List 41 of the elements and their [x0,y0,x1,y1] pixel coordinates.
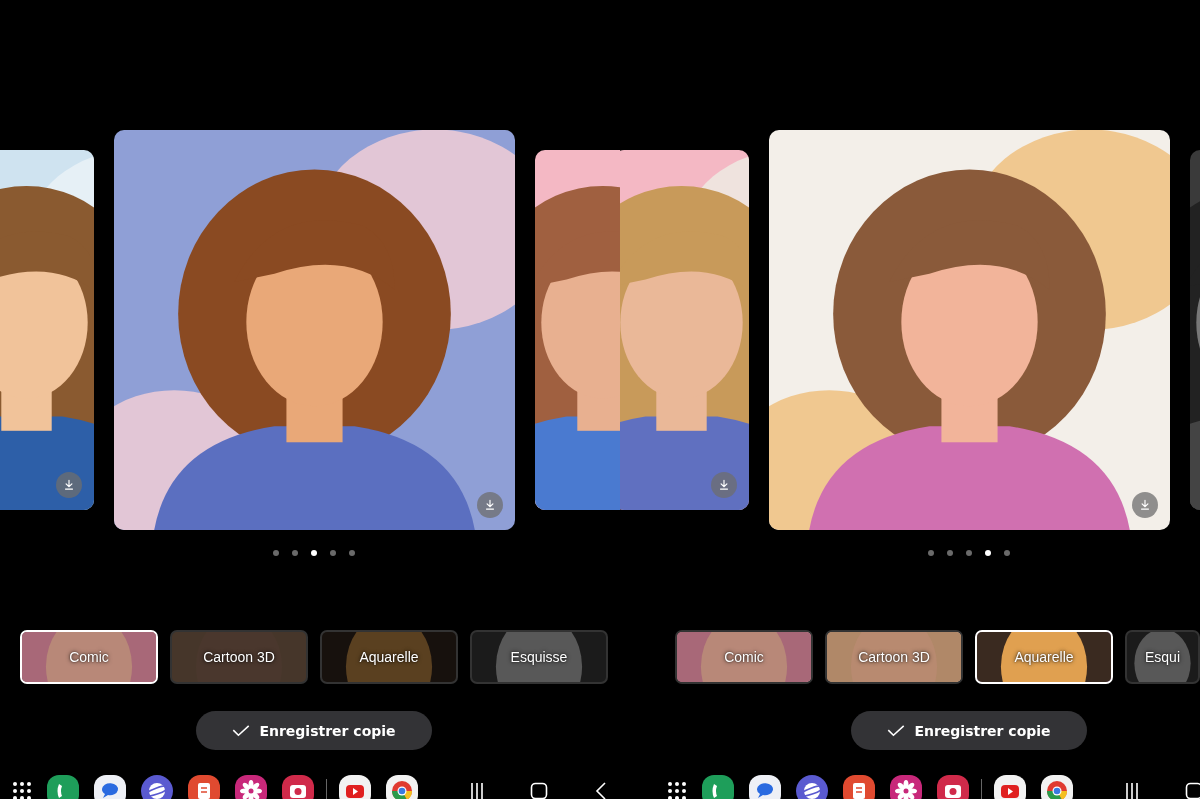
phone-icon[interactable] [702,775,734,799]
save-copy-button[interactable]: Enregistrer copie [196,711,432,750]
home-icon[interactable] [1185,782,1200,799]
style-chip[interactable]: Cartoon 3D [170,630,308,684]
page-dot[interactable] [292,550,298,556]
notepad-icon[interactable] [843,775,875,799]
planet-icon[interactable] [141,775,173,799]
apps-grid-icon[interactable] [12,781,32,799]
page-dot[interactable] [928,550,934,556]
play-icon[interactable] [994,775,1026,799]
style-chip[interactable]: Esquisse [470,630,608,684]
camera-icon[interactable] [282,775,314,799]
check-icon [232,724,251,737]
planet-icon[interactable] [796,775,828,799]
page-dot[interactable] [349,550,355,556]
home-icon[interactable] [530,782,548,799]
apps-grid-icon[interactable] [667,781,687,799]
page-dot[interactable] [947,550,953,556]
page-dot[interactable] [330,550,336,556]
chat-bubble-icon[interactable] [94,775,126,799]
phone-icon[interactable] [47,775,79,799]
page-dot[interactable] [311,550,317,556]
browser-icon[interactable] [386,775,418,799]
style-chip[interactable]: Aquarelle [320,630,458,684]
page-dot[interactable] [966,550,972,556]
browser-icon[interactable] [1041,775,1073,799]
chat-bubble-icon[interactable] [749,775,781,799]
style-chip[interactable]: Esqui [1125,630,1200,684]
check-icon [887,724,906,737]
notepad-icon[interactable] [188,775,220,799]
save-copy-button[interactable]: Enregistrer copie [851,711,1087,750]
page-dot[interactable] [985,550,991,556]
recents-icon[interactable] [469,782,485,799]
flower-icon[interactable] [890,775,922,799]
page-dot[interactable] [273,550,279,556]
page-dot[interactable] [1004,550,1010,556]
recents-icon[interactable] [1124,782,1140,799]
flower-icon[interactable] [235,775,267,799]
camera-icon[interactable] [937,775,969,799]
back-icon[interactable] [595,782,607,799]
play-icon[interactable] [339,775,371,799]
